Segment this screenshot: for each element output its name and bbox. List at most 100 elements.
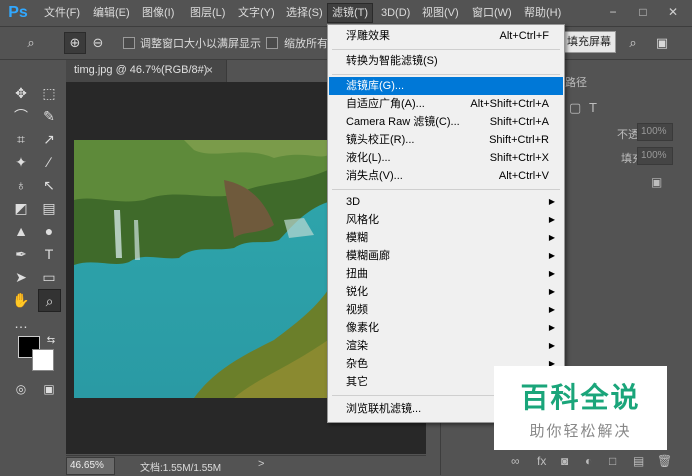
close-icon[interactable]: × (206, 63, 213, 77)
menu-help[interactable]: 帮助(H) (520, 4, 565, 22)
rectangle-tool-icon[interactable]: ▭ (38, 266, 60, 288)
menu-item-label: 液化(L)... (346, 152, 391, 164)
menu-filter[interactable]: 滤镜(T) (327, 3, 374, 23)
resize-window-checkbox[interactable] (123, 37, 135, 49)
menu-item-label: 模糊画廊 (346, 250, 390, 262)
menu-bar: Ps 文件(F) 编辑(E) 图像(I) 图层(L) 文字(Y) 选择(S) 滤… (0, 0, 692, 27)
menu-item-camera-raw[interactable]: Camera Raw 滤镜(C)... Shift+Ctrl+A (329, 113, 563, 131)
fill-field[interactable]: 100% (637, 147, 673, 165)
adjustment-layer-icon[interactable]: ◐ (585, 454, 592, 468)
background-color-swatch[interactable] (32, 349, 54, 371)
opacity-field[interactable]: 100% (637, 123, 673, 141)
type-tool-icon[interactable]: T (38, 243, 60, 265)
menu-item-video[interactable]: 视频 ▶ (329, 301, 563, 319)
zoom-out-icon[interactable]: ⊖ (87, 32, 109, 54)
eraser-tool-icon[interactable]: ◩ (10, 197, 32, 219)
zoom-in-icon[interactable]: ⊕ (64, 32, 86, 54)
marquee-tool-icon[interactable]: ⬚ (38, 82, 60, 104)
watermark-subtitle: 助你轻松解决 (529, 423, 632, 440)
hand-tool-icon[interactable]: ✋ (10, 289, 32, 311)
new-layer-icon[interactable]: ▤ (633, 454, 644, 468)
menu-item-label: 视频 (346, 304, 368, 316)
menu-item-liquify[interactable]: 液化(L)... Shift+Ctrl+X (329, 149, 563, 167)
healing-brush-icon[interactable]: ✦ (10, 151, 32, 173)
menu-item-3d[interactable]: 3D ▶ (329, 193, 563, 211)
document-tab[interactable]: timg.jpg @ 46.7%(RGB/8#) × (66, 60, 227, 82)
paths-tab[interactable]: 路径 (565, 74, 587, 90)
zoom-tool-icon[interactable]: ⌕ (38, 289, 61, 312)
menu-item-filter-gallery[interactable]: 滤镜库(G)... (329, 77, 563, 95)
menu-item-blur-gallery[interactable]: 模糊画廊 ▶ (329, 247, 563, 265)
new-group-icon[interactable]: □ (609, 454, 616, 468)
menu-type[interactable]: 文字(Y) (234, 4, 279, 22)
submenu-arrow-icon: ▶ (548, 305, 555, 314)
eyedropper-tool-icon[interactable]: ↗ (38, 128, 60, 150)
menu-item-label: 风格化 (346, 214, 379, 226)
workspace-icon[interactable]: ▣ (651, 32, 673, 54)
lasso-tool-icon[interactable]: ⌒ (10, 105, 32, 127)
menu-image[interactable]: 图像(I) (138, 4, 178, 22)
menu-view[interactable]: 视图(V) (418, 4, 463, 22)
lock-pixels-icon[interactable]: ▢ (569, 100, 581, 116)
menu-item-label: 3D (346, 196, 361, 208)
menu-item-distort[interactable]: 扭曲 ▶ (329, 265, 563, 283)
menu-item-lens-correction[interactable]: 镜头校正(R)... Shift+Ctrl+R (329, 131, 563, 149)
move-tool-icon[interactable]: ✥ (10, 82, 32, 104)
menu-file[interactable]: 文件(F) (40, 4, 84, 22)
add-mask-icon[interactable]: ◙ (561, 454, 568, 468)
lock-icon: ▣ (651, 175, 663, 189)
menu-item-shortcut: Shift+Ctrl+X (489, 152, 549, 164)
text-layer-icon[interactable]: T (589, 100, 597, 115)
minimize-button[interactable]: − (604, 4, 622, 20)
fx-icon[interactable]: fx (537, 454, 546, 468)
history-brush-icon[interactable]: ↖ (38, 174, 60, 196)
search-icon[interactable]: ⌕ (622, 32, 644, 54)
menu-edit[interactable]: 编辑(E) (89, 4, 134, 22)
gradient-tool-icon[interactable]: ▤ (38, 197, 60, 219)
status-menu-arrow[interactable]: > (258, 458, 264, 470)
blur-tool-icon[interactable]: ▲ (10, 220, 32, 242)
document-image[interactable] (74, 140, 328, 398)
menu-layer[interactable]: 图层(L) (186, 4, 229, 22)
close-window-button[interactable]: ✕ (664, 4, 682, 20)
quick-mask-icon[interactable]: ◎ (10, 378, 32, 400)
menu-item-vanishing-point[interactable]: 消失点(V)... Alt+Ctrl+V (329, 167, 563, 185)
zoom-all-label: 缩放所有 (284, 38, 328, 50)
brush-tool-icon[interactable]: ∕ (38, 151, 60, 173)
status-bar: 46.65% 文档:1.55M/1.55M > (66, 455, 426, 476)
submenu-arrow-icon: ▶ (548, 251, 555, 260)
path-select-tool-icon[interactable]: ➤ (10, 266, 32, 288)
swap-colors-icon[interactable]: ⇆ (40, 330, 62, 352)
menu-window[interactable]: 窗口(W) (468, 4, 516, 22)
delete-layer-icon[interactable]: 🗑 (657, 454, 672, 468)
zoom-level-field[interactable]: 46.65% (66, 457, 115, 475)
maximize-button[interactable]: □ (634, 4, 652, 20)
zoom-all-checkbox[interactable] (266, 37, 278, 49)
menu-item-emboss[interactable]: 浮雕效果 Alt+Ctrl+F (329, 27, 563, 45)
menu-select[interactable]: 选择(S) (282, 4, 327, 22)
zoom-tool-preset-icon[interactable]: ⌕ (20, 32, 42, 54)
menu-item-blur[interactable]: 模糊 ▶ (329, 229, 563, 247)
menu-item-label: 消失点(V)... (346, 170, 403, 182)
menu-item-render[interactable]: 渲染 ▶ (329, 337, 563, 355)
resize-window-label: 调整窗口大小以满屏显示 (140, 38, 261, 50)
link-layers-icon[interactable]: ∞ (511, 454, 520, 468)
watermark-title: 百科全说 (520, 382, 641, 413)
menu-item-pixelate[interactable]: 像素化 ▶ (329, 319, 563, 337)
quick-select-tool-icon[interactable]: ✎ (38, 105, 60, 127)
menu-item-label: 扭曲 (346, 268, 368, 280)
screen-mode-icon[interactable]: ▣ (38, 378, 60, 400)
menu-3d[interactable]: 3D(D) (377, 4, 414, 22)
more-tools-icon[interactable]: … (10, 312, 32, 334)
dodge-tool-icon[interactable]: ● (38, 220, 60, 242)
crop-tool-icon[interactable]: ⌗ (10, 128, 32, 150)
menu-item-stylize[interactable]: 风格化 ▶ (329, 211, 563, 229)
menu-item-adaptive-wide-angle[interactable]: 自适应广角(A)... Alt+Shift+Ctrl+A (329, 95, 563, 113)
clone-stamp-icon[interactable]: ♁ (10, 174, 32, 196)
menu-item-sharpen[interactable]: 锐化 ▶ (329, 283, 563, 301)
submenu-arrow-icon: ▶ (548, 341, 555, 350)
pen-tool-icon[interactable]: ✒ (10, 243, 32, 265)
menu-item-shortcut: Alt+Ctrl+F (499, 30, 549, 42)
fill-screen-button[interactable]: 填充屏幕 (562, 31, 616, 53)
menu-item-convert-smart-filter[interactable]: 转换为智能滤镜(S) (329, 52, 563, 70)
